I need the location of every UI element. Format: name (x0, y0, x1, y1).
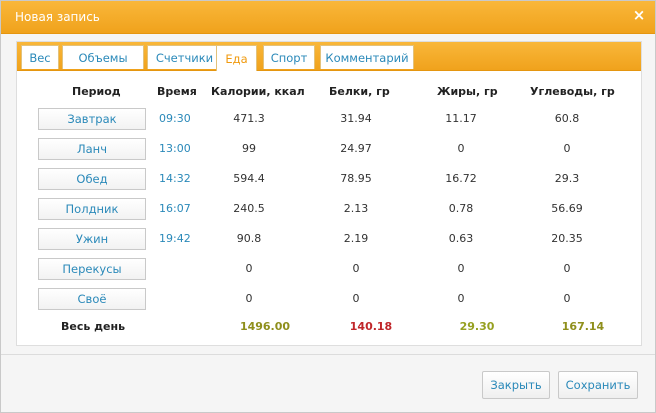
calories-value: 471.3 (233, 112, 265, 125)
calories-value: 90.8 (236, 232, 262, 245)
tab-weight[interactable]: Вес (21, 45, 59, 69)
period-button-custom[interactable]: Своё (38, 288, 146, 310)
calories-value: 0 (245, 262, 253, 275)
entry-panel: Вес Объемы Счетчики Еда Спорт Комментари… (16, 41, 642, 346)
protein-value: 0 (352, 262, 360, 275)
tab-food[interactable]: Еда (216, 45, 257, 71)
fat-value: 0 (457, 292, 465, 305)
fat-value: 0 (457, 142, 465, 155)
dialog-titlebar: Новая запись × (1, 1, 655, 34)
time-link[interactable]: 19:42 (159, 232, 191, 245)
table-row: Перекусы 0 0 0 0 (17, 258, 641, 284)
protein-value: 0 (352, 292, 360, 305)
carbs-value: 20.35 (551, 232, 583, 245)
time-link[interactable]: 13:00 (159, 142, 191, 155)
table-row: Ланч 13:00 99 24.97 0 0 (17, 138, 641, 164)
protein-value: 78.95 (340, 172, 372, 185)
header-protein: Белки, гр (329, 85, 390, 98)
carbs-value: 0 (563, 142, 571, 155)
period-button-afternoon-snack[interactable]: Полдник (38, 198, 146, 220)
calories-value: 240.5 (233, 202, 265, 215)
new-entry-dialog: Новая запись × Вес Объемы Счетчики Еда С… (0, 0, 656, 413)
close-button[interactable]: Закрыть (482, 371, 550, 399)
tab-comment[interactable]: Комментарий (320, 45, 414, 69)
header-calories: Калории, ккал (211, 85, 305, 98)
time-link[interactable]: 14:32 (159, 172, 191, 185)
fat-value: 0 (457, 262, 465, 275)
time-link[interactable]: 16:07 (159, 202, 191, 215)
table-row: Своё 0 0 0 0 (17, 288, 641, 314)
tab-volumes[interactable]: Объемы (62, 45, 144, 69)
tab-bar: Вес Объемы Счетчики Еда Спорт Комментари… (17, 42, 641, 71)
protein-value: 2.13 (343, 202, 369, 215)
carbs-value: 56.69 (551, 202, 583, 215)
period-button-snacks[interactable]: Перекусы (38, 258, 146, 280)
header-carbs: Углеводы, гр (530, 85, 615, 98)
total-protein: 140.18 (349, 320, 393, 333)
footer-divider (1, 354, 655, 355)
time-link[interactable]: 09:30 (159, 112, 191, 125)
protein-value: 24.97 (340, 142, 372, 155)
dialog-title: Новая запись (15, 10, 100, 24)
close-icon[interactable]: × (632, 8, 646, 23)
fat-value: 16.72 (445, 172, 477, 185)
fat-value: 0.63 (448, 232, 474, 245)
calories-value: 99 (242, 142, 256, 155)
period-button-breakfast[interactable]: Завтрак (38, 108, 146, 130)
header-time: Время (157, 85, 197, 98)
calories-value: 594.4 (233, 172, 265, 185)
fat-value: 0.78 (448, 202, 474, 215)
fat-value: 11.17 (445, 112, 477, 125)
period-button-dinner[interactable]: Обед (38, 168, 146, 190)
carbs-value: 60.8 (554, 112, 580, 125)
tab-sport[interactable]: Спорт (263, 45, 315, 69)
header-fat: Жиры, гр (437, 85, 498, 98)
table-row: Полдник 16:07 240.5 2.13 0.78 56.69 (17, 198, 641, 224)
total-label: Весь день (61, 320, 126, 333)
total-calories: 1496.00 (239, 320, 291, 333)
table-row: Ужин 19:42 90.8 2.19 0.63 20.35 (17, 228, 641, 254)
save-button[interactable]: Сохранить (558, 371, 638, 399)
carbs-value: 0 (563, 262, 571, 275)
tab-counters[interactable]: Счетчики (147, 45, 222, 69)
protein-value: 2.19 (343, 232, 369, 245)
carbs-value: 29.3 (554, 172, 580, 185)
total-fat: 29.30 (459, 320, 495, 333)
total-carbs: 167.14 (561, 320, 605, 333)
carbs-value: 0 (563, 292, 571, 305)
food-table: Период Время Калории, ккал Белки, гр Жир… (17, 70, 641, 345)
total-row: Весь день 1496.00 140.18 29.30 167.14 (17, 316, 641, 342)
table-row: Обед 14:32 594.4 78.95 16.72 29.3 (17, 168, 641, 194)
table-row: Завтрак 09:30 471.3 31.94 11.17 60.8 (17, 108, 641, 134)
protein-value: 31.94 (340, 112, 372, 125)
calories-value: 0 (245, 292, 253, 305)
period-button-supper[interactable]: Ужин (38, 228, 146, 250)
period-button-lunch[interactable]: Ланч (38, 138, 146, 160)
header-period: Период (72, 85, 121, 98)
